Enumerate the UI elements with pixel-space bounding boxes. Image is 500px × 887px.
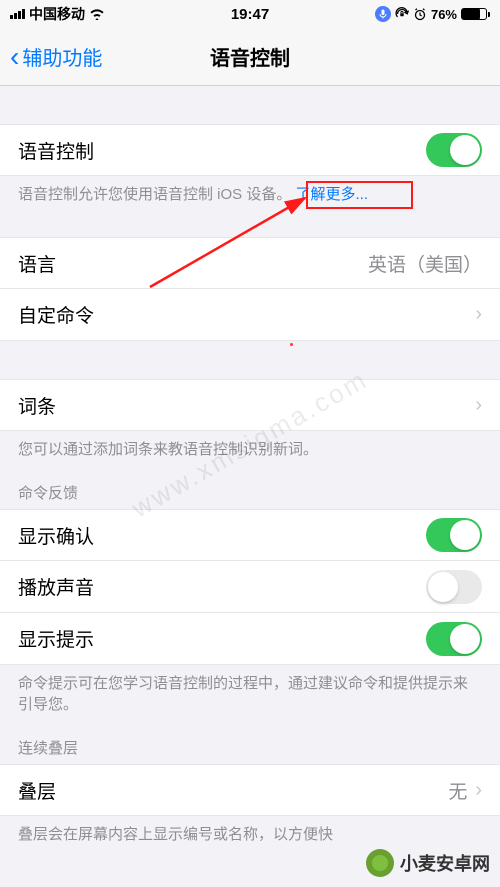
- chevron-right-icon: ›: [475, 779, 482, 802]
- command-feedback-footer: 命令提示可在您学习语音控制的过程中，通过建议命令和提供提示来引导您。: [0, 665, 500, 723]
- wifi-icon: [89, 8, 105, 20]
- custom-commands-row[interactable]: 自定命令 ›: [0, 289, 500, 341]
- back-button[interactable]: ‹ 辅助功能: [10, 42, 102, 71]
- voice-control-label: 语音控制: [18, 137, 94, 164]
- chevron-right-icon: ›: [475, 303, 482, 326]
- status-bar: 中国移动 19:47 76%: [0, 0, 500, 28]
- overlay-header: 连续叠层: [0, 723, 500, 764]
- show-confirmation-row: 显示确认: [0, 509, 500, 561]
- back-label: 辅助功能: [22, 42, 102, 71]
- voice-control-toggle[interactable]: [426, 133, 482, 167]
- play-sound-label: 播放声音: [18, 573, 94, 600]
- carrier-label: 中国移动: [29, 4, 85, 24]
- battery-icon: [461, 8, 490, 20]
- orientation-lock-icon: [395, 7, 409, 21]
- show-confirmation-label: 显示确认: [18, 522, 94, 549]
- voice-control-footer-text: 语音控制允许您使用语音控制 iOS 设备。: [18, 186, 291, 203]
- language-value: 英语（美国）: [368, 250, 482, 277]
- brand-badge: 小麦安卓网: [366, 849, 490, 877]
- language-label: 语言: [18, 250, 56, 277]
- language-row[interactable]: 语言 英语（美国）: [0, 237, 500, 289]
- show-hints-toggle[interactable]: [426, 622, 482, 656]
- page-title: 语音控制: [210, 42, 290, 71]
- show-hints-row: 显示提示: [0, 613, 500, 665]
- overlay-row[interactable]: 叠层 无 ›: [0, 764, 500, 816]
- learn-more-link[interactable]: 了解更多...: [296, 186, 369, 203]
- signal-bars-icon: [10, 9, 25, 19]
- play-sound-toggle[interactable]: [426, 570, 482, 604]
- show-hints-label: 显示提示: [18, 625, 94, 652]
- vocabulary-footer: 您可以通过添加词条来教语音控制识别新词。: [0, 431, 500, 468]
- show-confirmation-toggle[interactable]: [426, 518, 482, 552]
- command-feedback-header: 命令反馈: [0, 468, 500, 509]
- battery-percent: 76%: [431, 7, 457, 22]
- custom-commands-label: 自定命令: [18, 301, 94, 328]
- voice-control-row: 语音控制: [0, 124, 500, 176]
- brand-icon: [366, 849, 394, 877]
- status-right: 76%: [375, 6, 490, 22]
- mic-icon: [375, 6, 391, 22]
- status-time: 19:47: [231, 6, 269, 23]
- vocabulary-label: 词条: [18, 392, 56, 419]
- voice-control-footer: 语音控制允许您使用语音控制 iOS 设备。 了解更多...: [0, 176, 500, 213]
- alarm-icon: [413, 7, 427, 21]
- overlay-label: 叠层: [18, 777, 56, 804]
- play-sound-row: 播放声音: [0, 561, 500, 613]
- overlay-footer: 叠层会在屏幕内容上显示编号或名称，以方便快: [0, 816, 500, 853]
- nav-bar: ‹ 辅助功能 语音控制: [0, 28, 500, 86]
- overlay-value: 无: [448, 777, 467, 804]
- status-left: 中国移动: [10, 4, 105, 24]
- chevron-left-icon: ‹: [10, 43, 19, 71]
- chevron-right-icon: ›: [475, 394, 482, 417]
- annotation-dot: [290, 343, 293, 346]
- vocabulary-row[interactable]: 词条 ›: [0, 379, 500, 431]
- brand-label: 小麦安卓网: [400, 850, 490, 876]
